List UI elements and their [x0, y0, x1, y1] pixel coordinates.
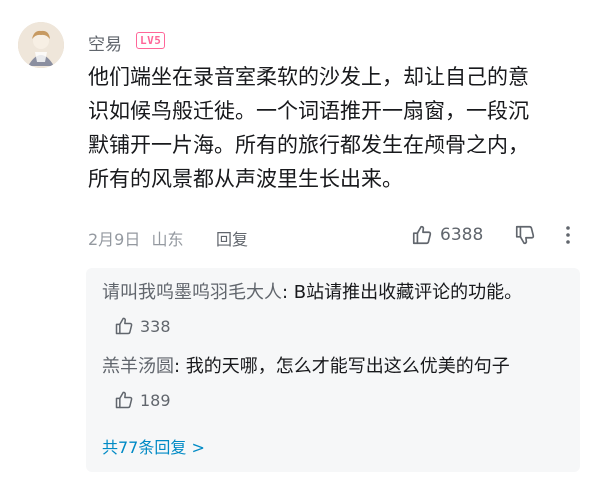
sub-reply-like-button[interactable]: 338: [114, 310, 171, 343]
comment-date: 2月9日: [88, 230, 141, 249]
sub-reply-text: B站请推出收藏评论的功能。: [288, 282, 523, 303]
comment-location: 山东: [151, 230, 184, 249]
comment-date-location: 2月9日 山东: [88, 226, 183, 250]
thumbs-down-icon: [515, 225, 535, 245]
sub-reply-username[interactable]: 羔羊汤圆: [102, 356, 174, 377]
dislike-button[interactable]: [514, 224, 536, 250]
like-button[interactable]: 6388: [411, 224, 483, 246]
username[interactable]: 空易: [88, 30, 122, 55]
sub-reply-like-count: 189: [140, 390, 171, 410]
view-all-replies-link[interactable]: 共77条回复 >: [102, 434, 205, 458]
thumbs-up-icon: [115, 391, 133, 409]
comment-content: 他们端坐在录音室柔软的沙发上，却让自己的意 识如候鸟般迁徙。一个词语推开一扇窗，…: [88, 65, 529, 191]
like-count: 6388: [440, 225, 484, 245]
sub-reply-text: 我的天哪，怎么才能写出这么优美的句子: [180, 356, 510, 377]
more-vertical-icon: [566, 226, 570, 244]
comment-meta: 2月9日 山东 回复 6388: [88, 224, 583, 250]
sub-replies-panel: 请叫我呜墨呜羽毛大人: B站请推出收藏评论的功能。 338 羔羊汤圆: 我的天哪，…: [86, 268, 580, 472]
thumbs-up-icon: [412, 225, 432, 245]
avatar[interactable]: [18, 22, 64, 68]
sub-reply-like-count: 338: [140, 316, 171, 336]
reply-button[interactable]: 回复: [216, 226, 248, 250]
more-menu-button[interactable]: [564, 224, 572, 252]
sub-reply-username[interactable]: 请叫我呜墨呜羽毛大人: [102, 282, 282, 303]
sub-reply-like-button[interactable]: 189: [114, 384, 171, 417]
level-badge: LV5: [136, 32, 166, 49]
sub-reply: 羔羊汤圆: 我的天哪，怎么才能写出这么优美的句子 189: [102, 350, 570, 417]
thumbs-up-icon: [115, 317, 133, 335]
sub-reply: 请叫我呜墨呜羽毛大人: B站请推出收藏评论的功能。 338: [102, 276, 570, 343]
